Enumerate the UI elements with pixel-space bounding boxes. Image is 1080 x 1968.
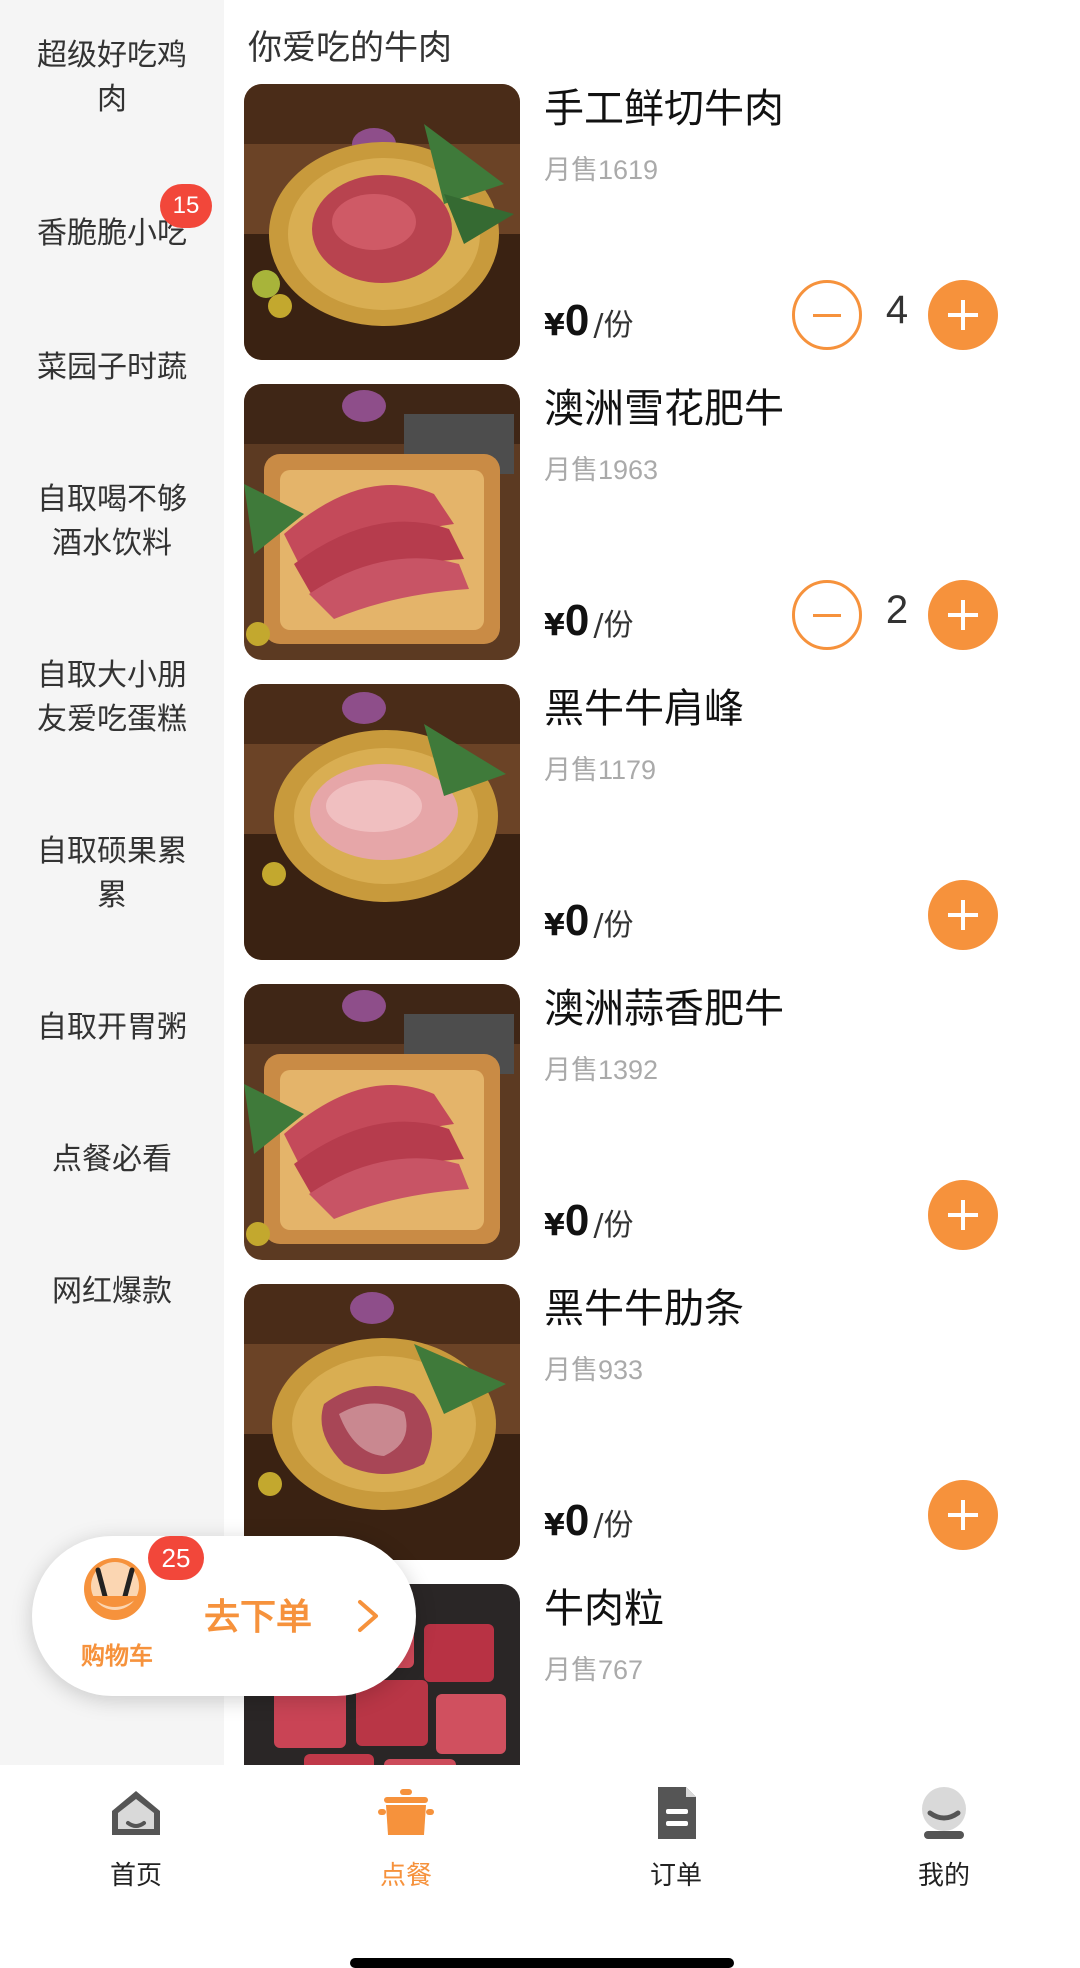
tab-label: 订单 [649,1861,702,1891]
add-to-cart-button[interactable] [928,1180,998,1250]
sidebar-item-label: 累 [97,878,127,913]
price-value: 0 [564,296,590,345]
tab-label: 我的 [917,1861,970,1891]
add-to-cart-button[interactable] [928,880,998,950]
cart-label: 购物车 [81,1642,153,1670]
increase-quantity-button[interactable] [928,280,998,350]
sidebar-item-label: 友爱吃蛋糕 [37,702,187,737]
product-monthly-sales: 月售1619 [544,155,659,185]
tab-home[interactable]: 首页 [66,1783,206,1892]
product-price: ¥ 0 /份 [544,596,633,656]
product-name: 手工鲜切牛肉 [544,86,784,132]
price-unit: /份 [593,1208,634,1243]
sidebar-item-must-read[interactable]: 点餐必看 [0,1138,224,1182]
sidebar-item-chicken[interactable]: 超级好吃鸡 肉 [0,34,224,122]
sidebar-item-fruit[interactable]: 自取硕果累 累 [0,830,224,918]
product-card[interactable]: 黑牛牛肋条 月售933 ¥ 0 /份 [244,1284,1056,1560]
price-unit: /份 [593,608,634,643]
product-monthly-sales: 月售1179 [544,755,657,785]
section-title: 你爱吃的牛肉 [248,28,452,68]
product-image [244,984,520,1260]
sidebar-item-cakes[interactable]: 自取大小朋 友爱吃蛋糕 [0,654,224,742]
product-name: 澳洲雪花肥牛 [544,386,784,432]
price-value: 0 [564,596,590,645]
document-icon [658,1787,696,1839]
product-card[interactable]: 黑牛牛肩峰 月售1179 ¥ 0 /份 [244,684,1056,960]
sidebar-item-label: 超级好吃鸡 [37,38,187,73]
product-image [244,684,520,960]
sidebar-item-vegetables[interactable]: 菜园子时蔬 [0,346,224,390]
price-unit: /份 [593,908,634,943]
product-name: 黑牛牛肋条 [544,1286,744,1332]
pot-icon [378,1789,434,1835]
decrease-quantity-button[interactable] [792,280,862,350]
product-image [244,1284,520,1560]
checkout-button[interactable]: 去下单 [204,1588,312,1640]
price-unit: /份 [593,1508,634,1543]
price-currency: ¥ [544,1508,565,1543]
increase-quantity-button[interactable] [928,580,998,650]
price-unit: /份 [593,308,634,343]
product-price: ¥ 0 /份 [544,896,633,956]
sidebar-item-drinks[interactable]: 自取喝不够 酒水饮料 [0,478,224,566]
sidebar-item-label: 自取喝不够 [37,482,187,517]
product-price: ¥ 0 /份 [544,1496,633,1556]
product-card[interactable]: 手工鲜切牛肉 月售1619 ¥ 0 /份 4 [244,84,1056,360]
tab-orders[interactable]: 订单 [606,1783,746,1892]
product-card[interactable]: 澳洲蒜香肥牛 月售1392 ¥ 0 /份 [244,984,1056,1260]
sidebar-item-label: 自取硕果累 [37,834,187,869]
floating-cart[interactable]: 购物车 25 去下单 [32,1536,416,1696]
price-value: 0 [564,896,590,945]
price-value: 0 [564,1496,590,1545]
decrease-quantity-button[interactable] [792,580,862,650]
sidebar-item-label: 香脆脆小吃 [37,216,187,251]
product-monthly-sales: 月售933 [544,1355,644,1385]
chevron-right-icon [358,1600,378,1632]
sidebar-item-label: 酒水饮料 [52,526,172,561]
product-monthly-sales: 月售1392 [544,1055,659,1085]
sidebar-item-label: 自取开胃粥 [37,1010,187,1045]
quantity-value: 4 [885,288,909,332]
tab-label: 首页 [109,1861,162,1891]
product-name: 澳洲蒜香肥牛 [544,986,784,1032]
sidebar-item-label: 网红爆款 [52,1274,172,1309]
price-currency: ¥ [544,308,565,343]
cart-count-badge: 25 [148,1536,204,1580]
home-indicator [350,1958,734,1968]
sidebar-item-label: 菜园子时蔬 [37,350,187,385]
sidebar-item-label: 肉 [97,82,127,117]
price-currency: ¥ [544,608,565,643]
tab-order-food[interactable]: 点餐 [336,1783,476,1892]
cart-bowl-icon [84,1558,146,1620]
product-name: 黑牛牛肩峰 [544,686,744,732]
quantity-value: 2 [885,588,909,632]
add-to-cart-button[interactable] [928,1480,998,1550]
product-image [244,384,520,660]
product-monthly-sales: 月售1963 [544,455,659,485]
sidebar-item-label: 点餐必看 [52,1142,172,1177]
product-name: 牛肉粒 [544,1586,664,1632]
price-currency: ¥ [544,908,565,943]
category-sidebar: 超级好吃鸡 肉 香脆脆小吃 15 菜园子时蔬 自取喝不够 酒水饮料 自取大小朋 … [0,0,224,1765]
sidebar-item-trending[interactable]: 网红爆款 [0,1270,224,1314]
price-currency: ¥ [544,1208,565,1243]
tab-profile[interactable]: 我的 [874,1783,1014,1892]
category-count-badge: 15 [160,184,212,228]
home-icon [112,1791,160,1835]
product-image [244,84,520,360]
product-monthly-sales: 月售767 [544,1655,644,1685]
tab-label: 点餐 [379,1861,432,1891]
sidebar-item-porridge[interactable]: 自取开胃粥 [0,1006,224,1050]
profile-icon [922,1787,966,1839]
bottom-tab-bar: 首页 点餐 订单 我的 [0,1765,1080,1968]
product-price: ¥ 0 /份 [544,296,633,356]
product-card[interactable]: 澳洲雪花肥牛 月售1963 ¥ 0 /份 2 [244,384,1056,660]
product-price: ¥ 0 /份 [544,1196,633,1256]
sidebar-item-label: 自取大小朋 [37,658,187,693]
price-value: 0 [564,1196,590,1245]
